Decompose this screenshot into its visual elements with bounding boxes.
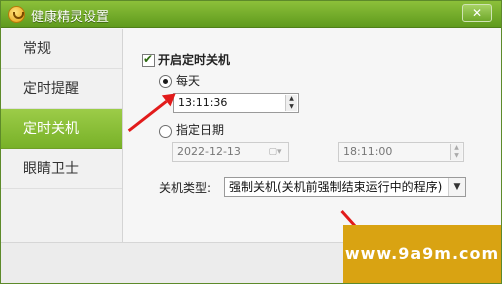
daily-label: 每天 (176, 74, 201, 88)
sidebar-item-reminder[interactable]: 定时提醒 (1, 69, 122, 109)
shutdown-type-label: 关机类型: (159, 181, 212, 195)
app-icon (8, 6, 25, 23)
sidebar-item-general[interactable]: 常规 (1, 29, 122, 69)
watermark: www.9a9m.com (343, 225, 501, 283)
sidebar-item-label: 眼睛卫士 (23, 161, 79, 177)
window-title: 健康精灵设置 (31, 10, 110, 25)
sidebar-item-scheduled-shutdown[interactable]: 定时关机 (1, 109, 122, 149)
specific-time-input[interactable]: 18:11:00 ▲ ▼ (338, 142, 464, 162)
sidebar-item-label: 定时提醒 (23, 81, 79, 97)
shutdown-type-select[interactable]: 强制关机(关机前强制结束运行中的程序) ▼ (224, 177, 466, 197)
specific-date-input[interactable]: 2022-12-13 ▢▾ (172, 142, 289, 162)
sidebar-item-label: 常规 (23, 41, 51, 57)
calendar-dropdown-icon[interactable]: ▢▾ (263, 145, 287, 159)
daily-time-value: 13:11:36 (178, 96, 228, 109)
title-bar: 健康精灵设置 ✕ (1, 1, 501, 28)
daily-radio[interactable] (159, 75, 172, 88)
specific-date-value: 2022-12-13 (177, 145, 241, 158)
close-button[interactable]: ✕ (462, 4, 492, 22)
sidebar-item-label: 定时关机 (23, 121, 79, 137)
spin-arrows-icon[interactable]: ▲ ▼ (285, 95, 297, 111)
sidebar: 常规 定时提醒 定时关机 眼睛卫士 (1, 29, 123, 242)
daily-time-input[interactable]: 13:11:36 ▲ ▼ (173, 93, 299, 113)
spin-arrows-icon[interactable]: ▲ ▼ (450, 144, 462, 160)
enable-shutdown-label: 开启定时关机 (158, 53, 231, 67)
chevron-down-icon[interactable]: ▼ (448, 178, 465, 196)
shutdown-settings-panel: 开启定时关机 每天 13:11:36 ▲▼ 指定日期 2022-12-13 ▢▾… (124, 29, 501, 242)
settings-window: 健康精灵设置 ✕ 常规 定时提醒 定时关机 眼睛卫士 开启定时关机 每天 13:… (0, 0, 502, 284)
specific-date-label: 指定日期 (176, 123, 225, 137)
enable-shutdown-checkbox[interactable] (142, 52, 155, 67)
specific-date-radio[interactable] (159, 125, 172, 138)
shutdown-type-value: 强制关机(关机前强制结束运行中的程序) (229, 180, 443, 194)
specific-time-value: 18:11:00 (343, 145, 393, 158)
sidebar-item-eye-guard[interactable]: 眼睛卫士 (1, 149, 122, 189)
